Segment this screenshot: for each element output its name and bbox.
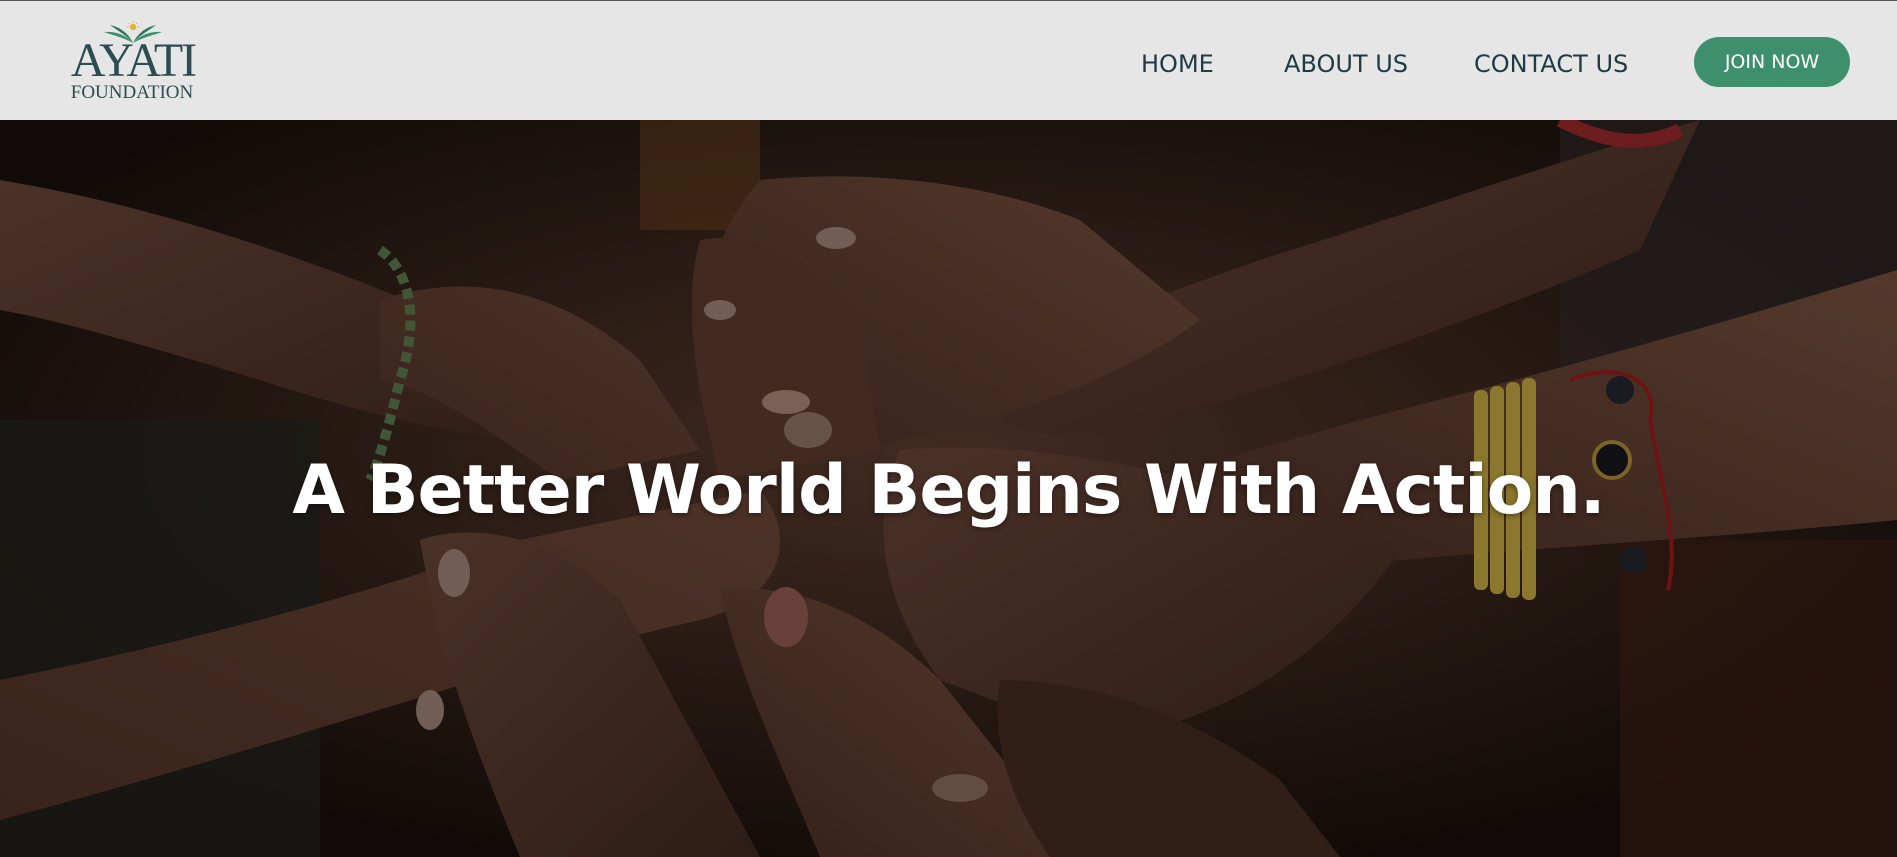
logo[interactable]: AYATI FOUNDATION [68,21,198,103]
nav-about-us[interactable]: ABOUT US [1284,47,1408,81]
brand-name: AYATI [70,34,197,87]
nav-contact-us[interactable]: CONTACT US [1474,47,1628,81]
page: AYATI FOUNDATION HOME ABOUT US CONTACT U… [0,0,1897,857]
brand-subtitle: FOUNDATION [70,82,194,103]
join-now-button[interactable]: JOIN NOW [1694,37,1850,87]
nav-home[interactable]: HOME [1141,47,1214,81]
hero-section: A Better World Begins With Action. [0,120,1897,857]
site-header: AYATI FOUNDATION HOME ABOUT US CONTACT U… [0,0,1897,120]
hero-headline: A Better World Begins With Action. [292,451,1605,530]
